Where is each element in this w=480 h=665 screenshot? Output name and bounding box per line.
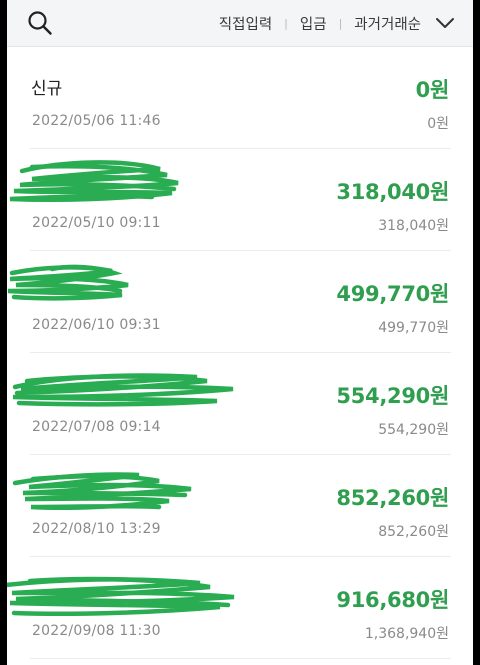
transaction-row[interactable]: 2022/07/08 09:14 554,290원 554,290원	[7, 353, 473, 455]
transaction-balance: 499,770원	[378, 320, 449, 336]
transaction-balance: 852,260원	[378, 524, 449, 540]
transaction-date: 2022/08/10 13:29	[32, 521, 161, 537]
redaction-scribble	[9, 160, 179, 202]
transaction-date: 2022/07/08 09:14	[32, 419, 161, 435]
filter-options: 직접입력 | 입금 | 과거거래순	[219, 0, 455, 46]
transaction-date: 2022/09/08 11:30	[32, 623, 161, 639]
transaction-amount: 916,680원	[336, 588, 449, 612]
direct-input-filter[interactable]: 직접입력	[219, 13, 272, 34]
transaction-balance: 318,040원	[378, 218, 449, 234]
transaction-amount: 318,040원	[336, 180, 449, 204]
divider: |	[284, 16, 288, 30]
transaction-amount: 852,260원	[336, 486, 449, 510]
transaction-row[interactable]: 2022/08/10 13:29 852,260원 852,260원	[7, 455, 473, 557]
redaction-scribble	[7, 264, 129, 301]
chevron-down-icon[interactable]	[435, 16, 455, 30]
transaction-row[interactable]: 2022/06/10 09:31 499,770원 499,770원	[7, 251, 473, 353]
transaction-row[interactable]: 2022/05/10 09:11 318,040원 318,040원	[7, 149, 473, 251]
transaction-row[interactable]: 신규 2022/05/06 11:46 0원 0원	[7, 47, 473, 149]
filter-toolbar: 직접입력 | 입금 | 과거거래순	[7, 0, 473, 47]
search-icon[interactable]	[27, 10, 53, 36]
redaction-scribble	[12, 373, 234, 407]
transaction-row[interactable]: 2022/09/08 11:30 916,680원 1,368,940원	[7, 557, 473, 659]
app-screen: 직접입력 | 입금 | 과거거래순 신규 2022/05/06 11:46 0원…	[7, 0, 473, 665]
transaction-date: 2022/05/10 09:11	[32, 215, 161, 231]
redaction-scribble	[7, 576, 235, 616]
transaction-amount: 554,290원	[336, 384, 449, 408]
transaction-balance: 1,368,940원	[364, 626, 449, 642]
transaction-name: 신규	[31, 79, 63, 99]
deposit-filter[interactable]: 입금	[300, 13, 327, 34]
transaction-list: 신규 2022/05/06 11:46 0원 0원 2022/05/10 09:…	[7, 47, 473, 659]
divider: |	[338, 16, 343, 30]
sort-order-filter[interactable]: 과거거래순	[354, 13, 421, 34]
transaction-date: 2022/06/10 09:31	[32, 317, 161, 333]
transaction-amount: 499,770원	[336, 282, 449, 306]
redaction-scribble	[12, 472, 192, 510]
transaction-amount: 0원	[415, 78, 450, 102]
transaction-balance: 0원	[427, 116, 449, 132]
transaction-date: 2022/05/06 11:46	[32, 113, 161, 129]
transaction-balance: 554,290원	[378, 422, 449, 438]
